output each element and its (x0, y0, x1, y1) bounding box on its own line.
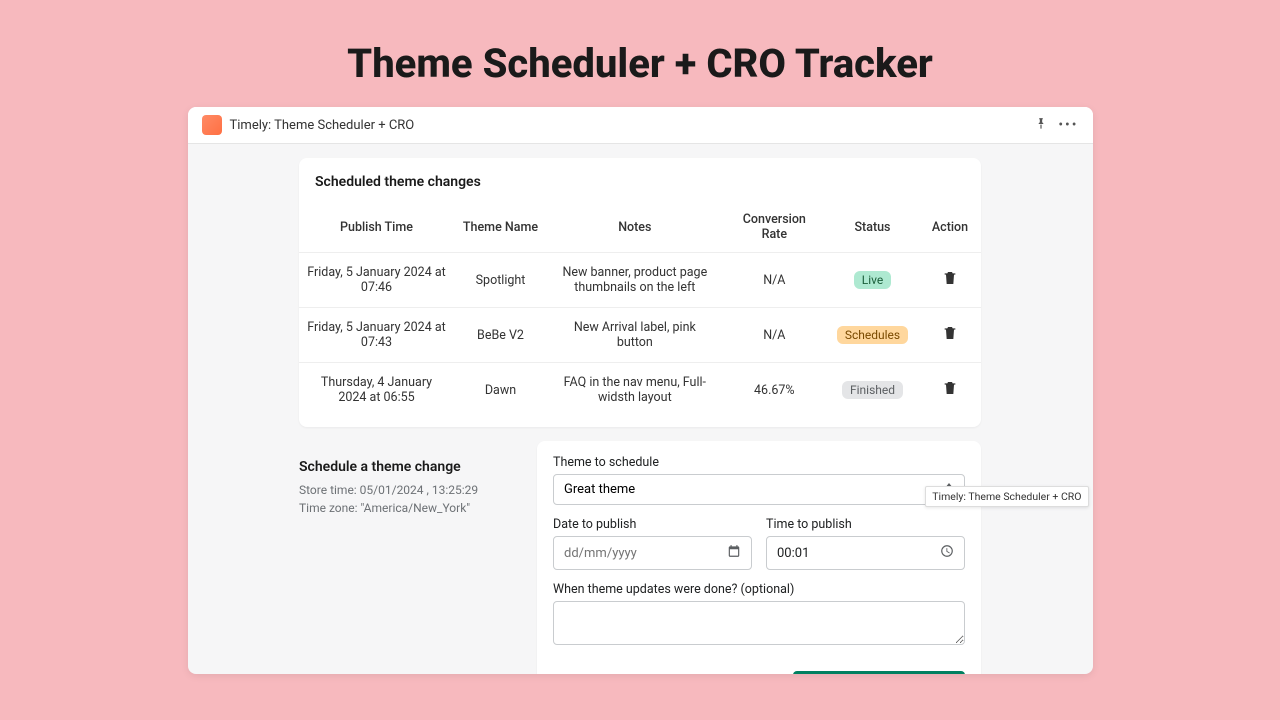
cell-status: Live (826, 253, 919, 308)
cell-status: Finished (826, 363, 919, 418)
cell-notes: New banner, product page thumbnails on t… (547, 253, 723, 308)
trash-icon[interactable] (942, 270, 958, 290)
table-row: Friday, 5 January 2024 at 07:43BeBe V2Ne… (299, 308, 981, 363)
clock-icon (940, 544, 954, 562)
schedule-button[interactable]: Schedule theme change (793, 671, 965, 674)
store-time-text: Store time: 05/01/2024 , 13:25:29 (299, 481, 537, 499)
cell-conversion-rate: N/A (723, 253, 826, 308)
time-label: Time to publish (766, 517, 965, 532)
time-field[interactable] (777, 546, 940, 561)
status-badge: Finished (842, 381, 903, 399)
theme-select-value: Great theme (564, 482, 635, 497)
schedule-info-panel: Schedule a theme change Store time: 05/0… (299, 441, 537, 517)
scheduled-changes-card: Scheduled theme changes Publish Time The… (299, 158, 981, 427)
app-header: Timely: Theme Scheduler + CRO ••• (188, 107, 1093, 144)
date-field[interactable] (564, 546, 727, 561)
cell-theme-name: BeBe V2 (454, 308, 547, 363)
time-zone-text: Time zone: "America/New_York" (299, 499, 537, 517)
page-title: Theme Scheduler + CRO Tracker (0, 0, 1280, 107)
trash-icon[interactable] (942, 380, 958, 400)
app-body: Scheduled theme changes Publish Time The… (188, 144, 1093, 674)
time-input[interactable] (766, 536, 965, 570)
theme-select[interactable]: Great theme (553, 474, 965, 505)
app-window: Timely: Theme Scheduler + CRO ••• Schedu… (188, 107, 1093, 674)
app-logo-icon (202, 115, 222, 135)
th-action: Action (919, 202, 981, 253)
card-title: Scheduled theme changes (299, 174, 981, 202)
cell-theme-name: Spotlight (454, 253, 547, 308)
cell-publish-time: Friday, 5 January 2024 at 07:46 (299, 253, 454, 308)
date-label: Date to publish (553, 517, 752, 532)
app-title: Timely: Theme Scheduler + CRO (230, 118, 415, 133)
schedule-form-card: Theme to schedule Great theme Date to pu… (537, 441, 981, 674)
cell-publish-time: Thursday, 4 January 2024 at 06:55 (299, 363, 454, 418)
date-input[interactable] (553, 536, 752, 570)
cell-action (919, 363, 981, 418)
cell-status: Schedules (826, 308, 919, 363)
status-badge: Live (854, 271, 891, 289)
cell-notes: FAQ in the nav menu, Full-widsth layout (547, 363, 723, 418)
status-badge: Schedules (837, 326, 908, 344)
th-status: Status (826, 202, 919, 253)
th-publish-time: Publish Time (299, 202, 454, 253)
cell-action (919, 308, 981, 363)
trash-icon[interactable] (942, 325, 958, 345)
schedule-title: Schedule a theme change (299, 459, 537, 475)
notes-label: When theme updates were done? (optional) (553, 582, 965, 597)
app-name-tooltip: Timely: Theme Scheduler + CRO (925, 486, 1088, 507)
theme-select-label: Theme to schedule (553, 455, 965, 470)
table-row: Thursday, 4 January 2024 at 06:55DawnFAQ… (299, 363, 981, 418)
cell-action (919, 253, 981, 308)
notes-textarea[interactable] (553, 601, 965, 645)
more-icon[interactable]: ••• (1058, 117, 1078, 133)
calendar-icon (727, 544, 741, 562)
cell-conversion-rate: N/A (723, 308, 826, 363)
th-theme-name: Theme Name (454, 202, 547, 253)
pin-icon[interactable] (1034, 116, 1048, 135)
table-row: Friday, 5 January 2024 at 07:46Spotlight… (299, 253, 981, 308)
th-conversion-rate: Conversion Rate (723, 202, 826, 253)
cell-notes: New Arrival label, pink button (547, 308, 723, 363)
cell-conversion-rate: 46.67% (723, 363, 826, 418)
scheduled-changes-table: Publish Time Theme Name Notes Conversion… (299, 202, 981, 417)
cell-theme-name: Dawn (454, 363, 547, 418)
th-notes: Notes (547, 202, 723, 253)
cell-publish-time: Friday, 5 January 2024 at 07:43 (299, 308, 454, 363)
